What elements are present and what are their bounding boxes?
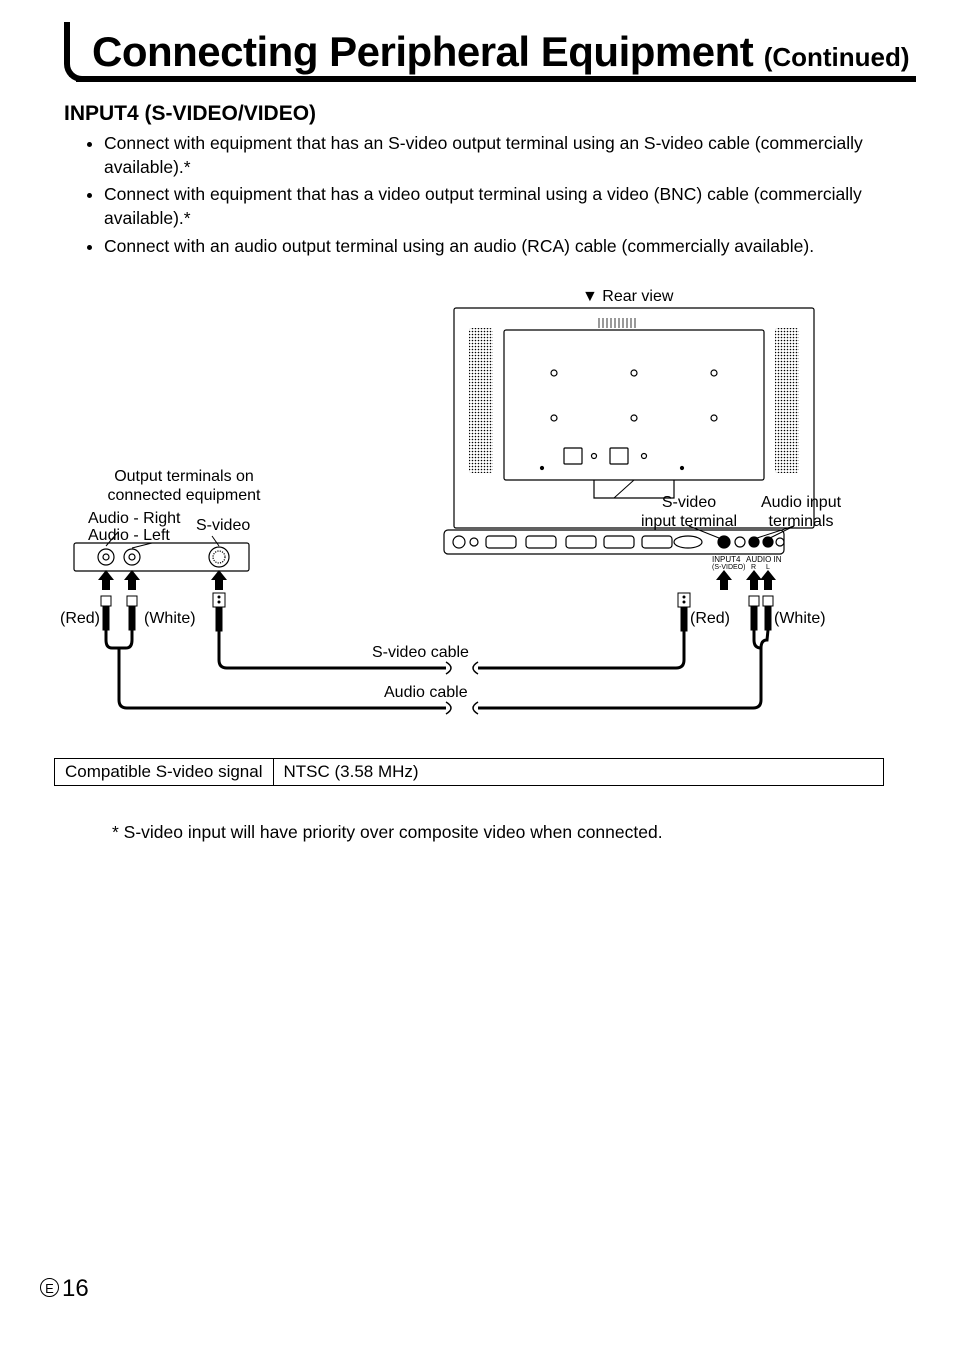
connection-diagram: ▼ Rear view Output terminals on connecte… <box>54 288 884 758</box>
bullet-item: Connect with equipment that has an S-vid… <box>104 132 926 179</box>
page-number-prefix-icon: E <box>40 1278 59 1297</box>
compat-table: Compatible S-video signal NTSC (3.58 MHz… <box>54 758 884 786</box>
bullet-list: Connect with equipment that has an S-vid… <box>64 132 926 258</box>
compat-label: Compatible S-video signal <box>55 759 274 785</box>
diagram-svg <box>54 288 884 758</box>
title-bracket-icon <box>64 22 86 82</box>
page-title-continued: (Continued) <box>764 42 910 72</box>
page-number-value: 16 <box>62 1275 89 1302</box>
section-heading: INPUT4 (S-VIDEO/VIDEO) <box>64 102 926 126</box>
compat-value: NTSC (3.58 MHz) <box>274 759 884 785</box>
page-title: Connecting Peripheral Equipment (Continu… <box>64 28 926 76</box>
bullet-item: Connect with equipment that has a video … <box>104 183 926 230</box>
page-number: E16 <box>40 1275 89 1303</box>
bullet-item: Connect with an audio output terminal us… <box>104 235 926 259</box>
footnote: * S-video input will have priority over … <box>112 822 926 843</box>
page-title-main: Connecting Peripheral Equipment <box>92 28 753 75</box>
